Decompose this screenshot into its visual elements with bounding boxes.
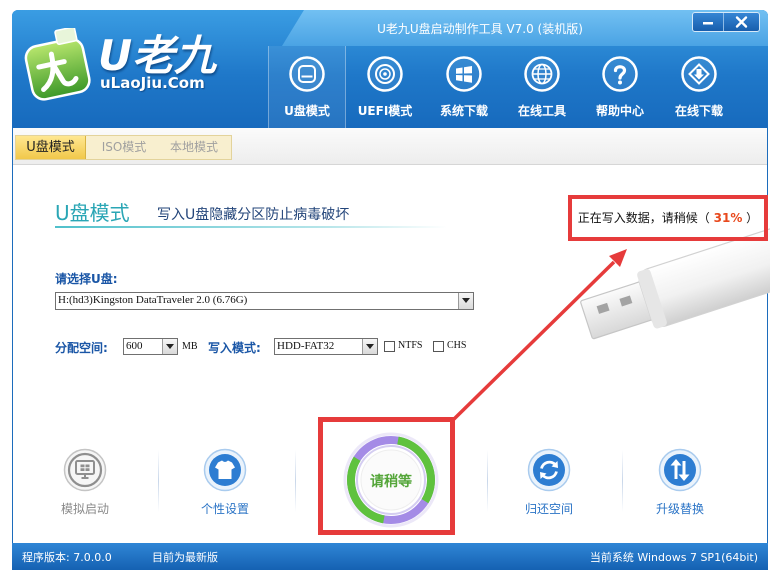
write-status-suffix: ） xyxy=(742,211,759,225)
minimize-icon xyxy=(703,22,713,25)
tab-local-mode[interactable]: 本地模式 xyxy=(162,136,226,159)
chs-checkbox[interactable] xyxy=(433,341,444,352)
nav-online-download[interactable]: 在线下载 xyxy=(661,46,739,128)
nav-system-download[interactable]: 系统下载 xyxy=(426,46,504,128)
usb-disk-icon xyxy=(288,55,326,93)
action-divider xyxy=(622,450,623,512)
refresh-icon xyxy=(527,448,571,492)
select-disk-label: 请选择U盘: xyxy=(55,272,118,286)
write-progress-percent: 31% xyxy=(713,211,743,225)
dropdown-arrow-glyph xyxy=(462,298,470,303)
simulate-boot-button[interactable]: 模拟启动 xyxy=(35,448,135,518)
ntfs-checkbox[interactable] xyxy=(384,341,395,352)
dropdown-arrow-glyph xyxy=(366,344,374,349)
dropdown-arrow-icon[interactable] xyxy=(162,339,177,354)
write-status-text: 正在写入数据，请稍候（ xyxy=(577,211,714,225)
write-status-box: 正在写入数据，请稍候（ 31% ） xyxy=(568,195,768,241)
close-button[interactable] xyxy=(724,13,759,31)
windows-logo-icon xyxy=(445,55,483,93)
question-icon xyxy=(601,55,639,93)
restore-space-label: 归还空间 xyxy=(524,502,573,516)
personalize-button[interactable]: 个性设置 xyxy=(175,448,275,518)
restore-space-button[interactable]: 归还空间 xyxy=(499,448,599,518)
tshirt-icon xyxy=(203,448,247,492)
alloc-space-label: 分配空间: xyxy=(55,341,108,355)
nav-label-uefi-mode: UEFI模式 xyxy=(357,104,413,118)
current-system: 当前系统 Windows 7 SP1(64bit) xyxy=(589,551,758,564)
nav-label-u-disk-mode: U盘模式 xyxy=(284,104,330,118)
nav-label-online-download: 在线下载 xyxy=(674,104,723,118)
disc-icon xyxy=(366,55,404,93)
alloc-space-select[interactable]: 600 xyxy=(123,338,178,355)
personalize-label: 个性设置 xyxy=(200,502,249,516)
upgrade-replace-label: 升级替换 xyxy=(655,502,704,516)
monitor-windows-icon xyxy=(63,448,107,492)
dropdown-arrow-icon[interactable] xyxy=(362,339,377,354)
mode-tabs: U盘模式 ISO模式 本地模式 xyxy=(15,135,232,160)
upgrade-replace-button[interactable]: 升级替换 xyxy=(630,448,730,518)
write-mode-label: 写入模式: xyxy=(208,341,261,355)
action-divider xyxy=(295,450,296,512)
nav-label-system-download: 系统下载 xyxy=(439,104,488,118)
download-box-icon xyxy=(680,55,718,93)
usb-drive-illustration xyxy=(580,222,770,340)
usb-disk-select[interactable]: H:(hd3)Kingston DataTraveler 2.0 (6.76G) xyxy=(55,292,474,310)
alloc-space-value: 600 xyxy=(126,340,143,352)
nav-online-tools[interactable]: 在线工具 xyxy=(504,46,582,128)
write-mode-select[interactable]: HDD-FAT32 xyxy=(274,338,378,355)
page-subtitle: 写入U盘隐藏分区防止病毒破坏 xyxy=(157,207,350,223)
chs-label: CHS xyxy=(447,340,467,351)
program-version: 程序版本: 7.0.0.0 xyxy=(22,551,112,564)
nav-u-disk-mode[interactable]: U盘模式 xyxy=(268,46,346,128)
dropdown-arrow-glyph xyxy=(166,344,174,349)
close-icon xyxy=(735,16,748,28)
nav-help-center[interactable]: 帮助中心 xyxy=(582,46,660,128)
minimize-button[interactable] xyxy=(693,13,724,31)
action-divider xyxy=(487,450,488,512)
heading-divider xyxy=(55,226,447,228)
dropdown-arrow-icon[interactable] xyxy=(458,293,473,309)
logo-usb-icon xyxy=(24,28,91,101)
alloc-unit-label: MB xyxy=(182,341,198,352)
page-title: U盘模式 xyxy=(55,201,130,225)
usb-disk-select-value: H:(hd3)Kingston DataTraveler 2.0 (6.76G) xyxy=(58,294,248,306)
nav-label-online-tools: 在线工具 xyxy=(517,104,566,118)
up-down-arrows-icon xyxy=(658,448,702,492)
window-title: U老九U盘启动制作工具 V7.0 (装机版) xyxy=(377,22,583,36)
action-divider xyxy=(158,450,159,512)
logo-site-text: uLaoJiu.Com xyxy=(100,74,205,92)
highlight-box-progress xyxy=(318,417,455,535)
write-mode-value: HDD-FAT32 xyxy=(277,340,335,352)
simulate-boot-label: 模拟启动 xyxy=(60,502,109,516)
nav-uefi-mode[interactable]: UEFI模式 xyxy=(347,46,425,128)
tab-iso-mode[interactable]: ISO模式 xyxy=(94,136,154,159)
ntfs-label: NTFS xyxy=(398,340,423,351)
globe-icon xyxy=(523,55,561,93)
update-status: 目前为最新版 xyxy=(152,551,218,564)
window-controls xyxy=(692,12,760,32)
nav-label-help-center: 帮助中心 xyxy=(595,104,644,118)
tab-u-disk-mode[interactable]: U盘模式 xyxy=(16,136,86,159)
